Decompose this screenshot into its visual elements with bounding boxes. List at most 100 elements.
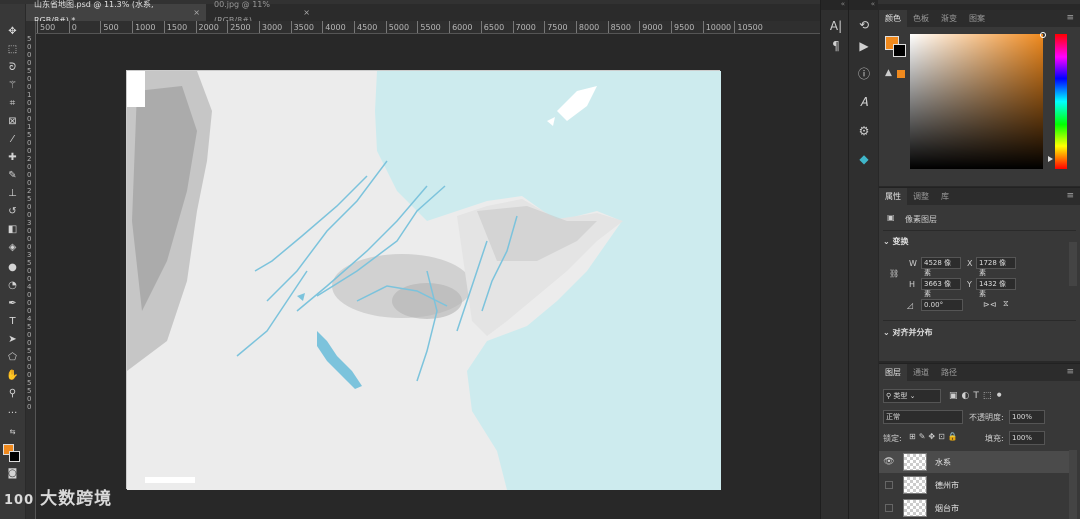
ruler-tick-label: 3500 (290, 21, 314, 33)
background-color-swatch[interactable] (9, 451, 20, 462)
tab-properties[interactable]: 属性 (879, 188, 907, 205)
layer-filter-select[interactable]: ⚲ 类型 ⌄ (883, 389, 941, 403)
tab-patterns[interactable]: 图案 (963, 10, 991, 27)
gamut-warning-icon[interactable]: ▲ (885, 68, 892, 78)
glyphs-icon[interactable]: 𝐴 (855, 93, 873, 111)
stamp-icon[interactable]: ⊥ (4, 186, 21, 202)
paint-bucket-icon[interactable]: ◈ (4, 240, 21, 256)
w-label: W (909, 259, 917, 268)
tab-libraries[interactable]: 库 (935, 188, 955, 205)
lock-icons[interactable]: ⊞✎✥⊡🔒 (909, 432, 961, 441)
canvas-workspace[interactable] (36, 34, 820, 519)
properties-scrollbar[interactable] (1069, 242, 1077, 286)
gamut-swatch[interactable] (897, 70, 905, 78)
eyedropper-icon[interactable]: ⁄ (4, 132, 21, 148)
crop-icon[interactable]: ⌗ (4, 96, 21, 112)
history-icon[interactable]: ⟲ (855, 16, 873, 34)
close-icon[interactable]: × (193, 5, 200, 21)
ruler-tick-label: 3000 (258, 21, 283, 33)
path-select-icon[interactable]: ➤ (4, 332, 21, 348)
tab-gradients[interactable]: 渐变 (935, 10, 963, 27)
vertical-ruler-labels: 500 0 500 1000 1500 2000 2500 3000 3500 … (27, 35, 32, 411)
panel-menu-icon[interactable]: ≡ (1066, 364, 1074, 381)
dodge-icon[interactable]: ◔ (4, 278, 21, 294)
color-field[interactable] (910, 32, 1046, 169)
document-canvas[interactable] (126, 70, 721, 490)
transform-title: 变换 (892, 237, 909, 246)
width-field[interactable]: 4528 像素 (921, 257, 961, 277)
close-icon[interactable]: × (303, 5, 310, 21)
y-position-field[interactable]: 1432 像素 (976, 278, 1016, 298)
swap-colors-icon[interactable]: ⇆ (4, 424, 21, 440)
scale-bar (145, 477, 195, 483)
paragraph-icon[interactable]: ¶ (827, 37, 845, 55)
info-icon[interactable]: ⓘ (855, 65, 873, 83)
align-section-title[interactable]: ⌄ 对齐并分布 (883, 327, 933, 338)
tab-paths[interactable]: 路径 (935, 364, 963, 381)
ruler-tick-label: 5500 (417, 21, 441, 33)
lasso-icon[interactable]: ᘐ (4, 60, 21, 76)
hand-icon[interactable]: ✋ (4, 368, 21, 384)
magic-wand-icon[interactable]: ⚚ (4, 78, 21, 94)
opacity-field[interactable]: 100% (1009, 410, 1045, 424)
flip-horizontal-icon[interactable]: ⊳⊲ (983, 300, 996, 309)
layer-row[interactable]: 烟台市 (879, 497, 1069, 519)
background-color-chip[interactable] (893, 44, 906, 57)
layers-scrollbar[interactable] (1069, 450, 1077, 519)
link-icon[interactable]: ⛓ (889, 269, 899, 278)
transform-section-title[interactable]: ⌄ 变换 (883, 236, 909, 247)
tab-channels[interactable]: 通道 (907, 364, 935, 381)
healing-brush-icon[interactable]: ✚ (4, 150, 21, 166)
history-brush-icon[interactable]: ↺ (4, 204, 21, 220)
tab-color[interactable]: 颜色 (879, 10, 907, 27)
x-label: X (967, 259, 973, 268)
hue-slider-arrow[interactable] (1048, 156, 1053, 162)
more-icon[interactable]: ··· (4, 406, 21, 422)
shape-icon[interactable]: ⬠ (4, 350, 21, 366)
type-icon[interactable]: T (4, 314, 21, 330)
zoom-icon[interactable]: ⚲ (4, 386, 21, 402)
ruler-tick-label: 500 (36, 21, 56, 33)
collapsed-panels-column-1: « A| ¶ (820, 0, 848, 519)
collapse-arrows[interactable]: « (821, 0, 848, 10)
marquee-icon[interactable]: ⬚ (4, 42, 21, 58)
layer-filter-icons[interactable]: ▣◐T⬚⚫ (949, 391, 1007, 401)
ruler-tick-label: 6500 (480, 21, 505, 33)
panel-menu-icon[interactable]: ≡ (1066, 10, 1074, 27)
ruler-tick-label: 8500 (607, 21, 631, 33)
tab-shandong-psd[interactable]: 山东省地图.psd @ 11.3% (水系, RGB/8#) * × (26, 0, 206, 25)
character-icon[interactable]: A| (827, 17, 845, 35)
fill-field[interactable]: 100% (1009, 431, 1045, 445)
hue-slider[interactable] (1055, 34, 1067, 169)
libraries-icon[interactable]: ◆ (855, 150, 873, 168)
frame-icon[interactable]: ⊠ (4, 114, 21, 130)
flip-vertical-icon[interactable]: ⧖ (1003, 299, 1009, 309)
layer-row[interactable]: 👁 水系 (879, 451, 1069, 473)
height-field[interactable]: 3663 像素 (921, 278, 961, 298)
tab-swatches[interactable]: 色板 (907, 10, 935, 27)
ruler-tick-label: 1500 (163, 21, 188, 33)
angle-field[interactable]: 0.00° (921, 299, 963, 311)
blur-icon[interactable]: ● (4, 260, 21, 276)
visibility-toggle[interactable] (885, 481, 893, 489)
x-position-field[interactable]: 1728 像素 (976, 257, 1016, 277)
visibility-toggle[interactable] (885, 504, 893, 512)
collapse-arrows[interactable]: « (849, 0, 878, 10)
h-label: H (909, 280, 916, 289)
layer-row[interactable]: 德州市 (879, 474, 1069, 496)
eraser-icon[interactable]: ◧ (4, 222, 21, 238)
layer-name: 烟台市 (935, 503, 959, 513)
tab-layers[interactable]: 图层 (879, 364, 907, 381)
move-icon[interactable]: ✥ (4, 24, 21, 40)
actions-play-icon[interactable]: ▶ (855, 37, 873, 55)
pen-icon[interactable]: ✒ (4, 296, 21, 312)
panel-menu-icon[interactable]: ≡ (1066, 188, 1074, 205)
brush-settings-icon[interactable]: ⚙ (855, 122, 873, 140)
color-picker-knob[interactable] (1040, 32, 1046, 38)
tab-00-jpg[interactable]: 00.jpg @ 11%(RGB/8#) × (206, 0, 316, 25)
visibility-eye-icon[interactable]: 👁 (879, 457, 899, 467)
tab-adjustments[interactable]: 调整 (907, 188, 935, 205)
brush-icon[interactable]: ✎ (4, 168, 21, 184)
blend-mode-select[interactable]: 正常 (883, 410, 963, 424)
quick-mask-icon[interactable]: ◙ (4, 466, 21, 482)
